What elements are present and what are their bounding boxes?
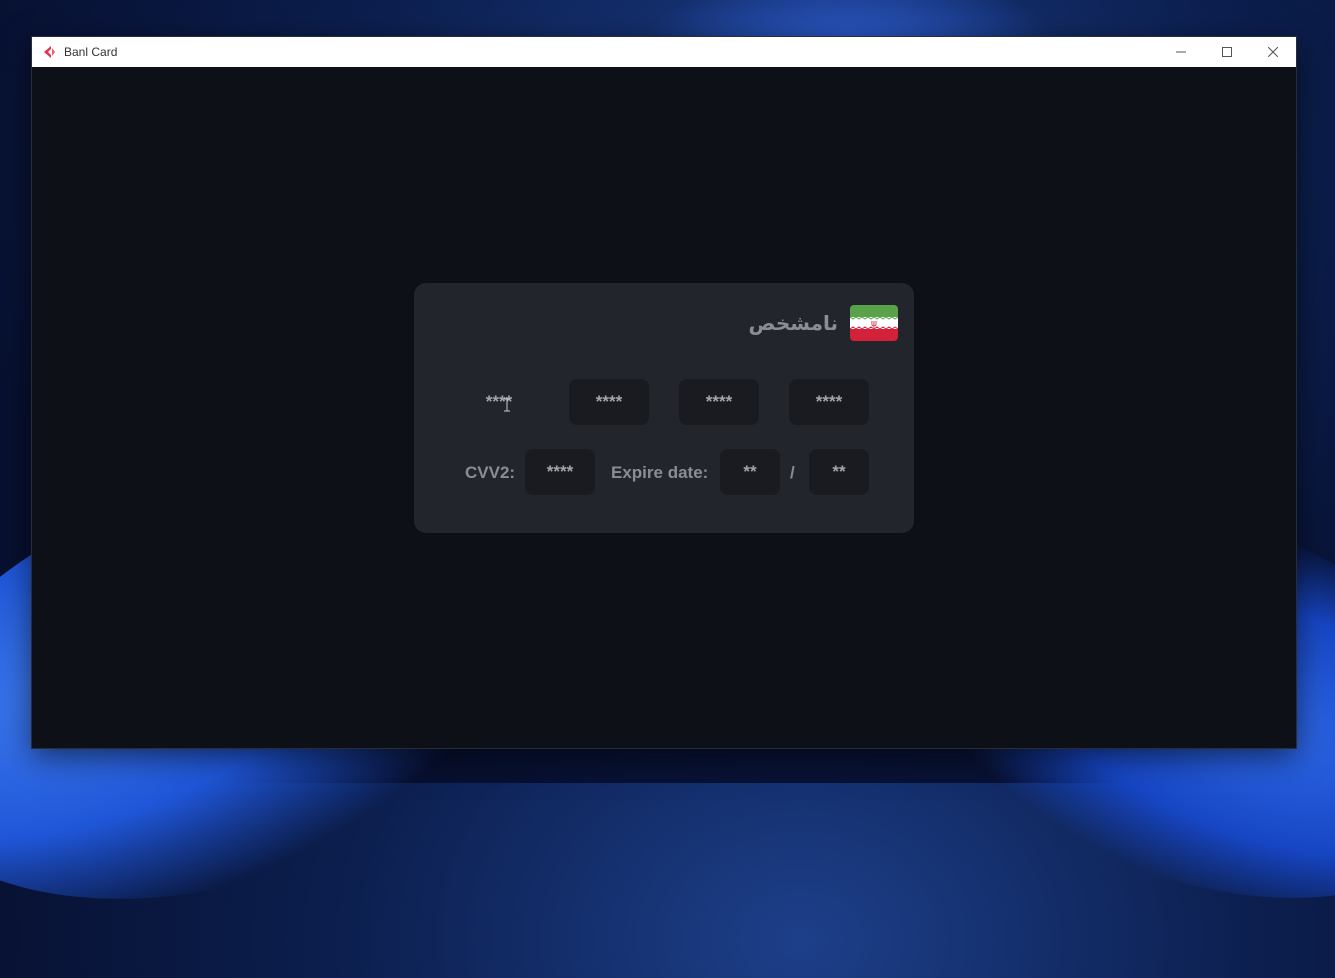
- svg-text:ψ: ψ: [871, 319, 877, 329]
- expire-date-label: Expire date:: [611, 463, 709, 482]
- expire-separator: /: [790, 463, 795, 482]
- card-header: نامشخص ψ: [749, 305, 898, 341]
- cvv-field[interactable]: ****: [525, 449, 595, 495]
- window-controls: [1158, 37, 1296, 67]
- close-icon: [1268, 47, 1278, 57]
- card-number-field-4[interactable]: ****: [789, 379, 869, 425]
- cvv-label: CVV2:: [465, 463, 516, 482]
- card-number-field-3[interactable]: ****: [679, 379, 759, 425]
- maximize-button[interactable]: [1204, 37, 1250, 67]
- card-number-field-1[interactable]: ****: [459, 379, 539, 425]
- minimize-button[interactable]: [1158, 37, 1204, 67]
- app-logo-icon: [44, 46, 55, 58]
- card-number-field-2[interactable]: ****: [569, 379, 649, 425]
- expire-month-field[interactable]: **: [720, 449, 780, 495]
- close-button[interactable]: [1250, 37, 1296, 67]
- maximize-icon: [1222, 47, 1232, 57]
- bank-name: نامشخص: [748, 311, 838, 335]
- window-title: Banl Card: [64, 45, 118, 59]
- minimize-icon: [1176, 51, 1186, 53]
- iran-flag-icon: ψ: [850, 305, 898, 341]
- expire-year-field[interactable]: **: [809, 449, 869, 495]
- app-window: Banl Card نامشخص ψ **** **** **** **** C…: [32, 37, 1296, 748]
- title-bar[interactable]: Banl Card: [32, 37, 1296, 67]
- text-cursor-icon: [504, 398, 510, 412]
- bank-card: نامشخص ψ **** **** **** **** CVV2: **** …: [414, 283, 914, 533]
- main-content: نامشخص ψ **** **** **** **** CVV2: **** …: [32, 67, 1296, 748]
